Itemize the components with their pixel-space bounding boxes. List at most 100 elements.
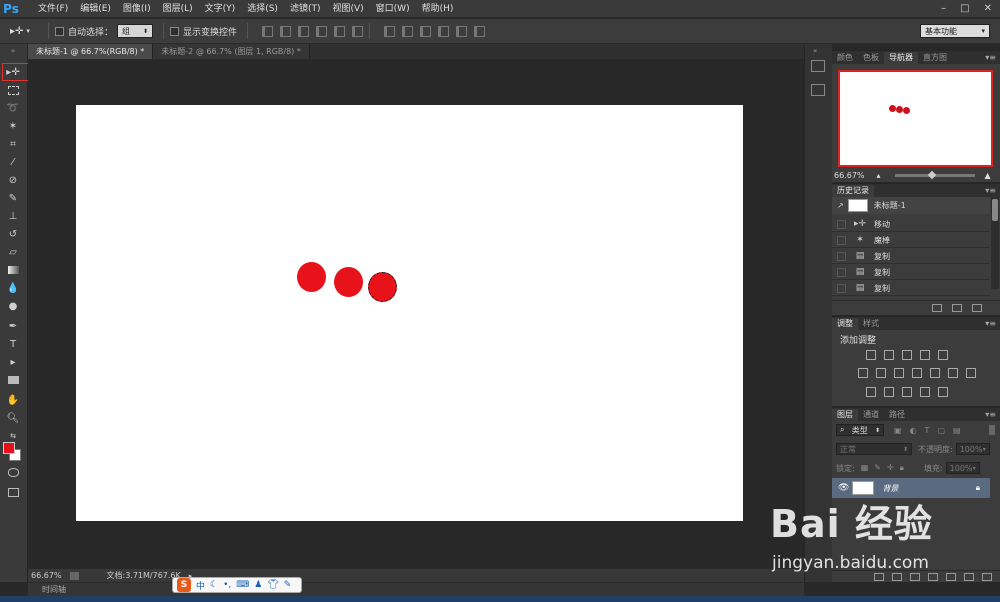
zoom-out-icon[interactable]: ▴ xyxy=(877,171,881,180)
lasso-tool-icon[interactable]: ➰ xyxy=(4,100,22,116)
rectangle-tool-icon[interactable] xyxy=(4,372,22,388)
zoom-tool-icon[interactable]: 🔍︎ xyxy=(4,410,22,426)
distribute-hcenter-icon[interactable] xyxy=(456,25,468,37)
auto-select-checkbox[interactable]: 自动选择： xyxy=(55,25,113,38)
punctuation-icon[interactable]: •, xyxy=(223,580,231,590)
red-circle-1[interactable] xyxy=(297,262,326,292)
lock-all-icon[interactable]: 🔒︎ xyxy=(900,463,904,473)
color-lookup-icon[interactable] xyxy=(948,368,958,378)
align-left-icon[interactable] xyxy=(316,25,328,37)
photo-filter-icon[interactable] xyxy=(912,368,922,378)
opacity-field[interactable]: 100% ▾ xyxy=(955,443,990,455)
eyedropper-tool-icon[interactable]: ⁄ xyxy=(4,154,22,170)
menu-layer[interactable]: 图层(L) xyxy=(157,0,199,18)
panel-menu-icon[interactable]: ▾≡ xyxy=(985,318,1000,330)
tab-swatches[interactable]: 色板 xyxy=(858,52,884,64)
user-icon[interactable]: ♟ xyxy=(254,580,262,590)
maximize-button[interactable]: □ xyxy=(960,3,969,14)
ime-mode-label[interactable]: 中 xyxy=(196,579,205,592)
screen-mode-icon[interactable] xyxy=(4,484,22,500)
shirt-icon[interactable]: 👕︎ xyxy=(267,580,278,590)
collapse-icon[interactable]: « xyxy=(813,47,817,55)
dodge-tool-icon[interactable]: ● xyxy=(4,298,22,314)
brush-tool-icon[interactable]: ✎ xyxy=(4,190,22,206)
menu-filter[interactable]: 滤镜(T) xyxy=(284,0,327,18)
new-layer-icon[interactable] xyxy=(964,572,974,581)
distribute-top-icon[interactable] xyxy=(384,25,396,37)
panel-menu-icon[interactable]: ▾≡ xyxy=(985,409,1000,421)
tab-paths[interactable]: 路径 xyxy=(884,409,910,421)
tab-history[interactable]: 历史记录 xyxy=(832,185,874,197)
menu-type[interactable]: 文字(Y) xyxy=(199,0,242,18)
crop-tool-icon[interactable]: ⌗ xyxy=(4,136,22,152)
history-item-duplicate[interactable]: ▤ 复制 xyxy=(832,281,990,296)
adjustment-filter-icon[interactable]: ◐ xyxy=(910,426,917,435)
red-circle-3-selected[interactable] xyxy=(368,272,397,302)
blend-mode-dropdown[interactable]: 正常 ⬍ xyxy=(836,443,912,455)
smart-object-filter-icon[interactable]: ▤ xyxy=(953,426,961,435)
history-snapshot-row[interactable]: ↗ 未标题-1 xyxy=(832,197,990,214)
show-transform-checkbox[interactable]: 显示变换控件 xyxy=(170,25,237,38)
eye-icon[interactable]: 👁︎ xyxy=(838,483,849,493)
menu-view[interactable]: 视图(V) xyxy=(326,0,369,18)
history-checkbox[interactable] xyxy=(837,283,846,293)
align-top-icon[interactable] xyxy=(262,25,274,37)
layer-filter-dropdown[interactable]: ⌕ 类型 ⬍ xyxy=(836,424,884,436)
history-item-magic-wand[interactable]: ✶ 魔棒 xyxy=(832,233,990,248)
gradient-map-icon[interactable] xyxy=(938,387,948,397)
distribute-vcenter-icon[interactable] xyxy=(402,25,414,37)
properties-panel-icon[interactable] xyxy=(811,84,825,96)
history-checkbox[interactable] xyxy=(837,219,846,229)
red-circle-2[interactable] xyxy=(334,267,363,297)
zoom-slider[interactable] xyxy=(894,170,975,180)
history-item-duplicate[interactable]: ▤ 复制 xyxy=(832,265,990,280)
hand-tool-icon[interactable]: ✋ xyxy=(4,392,22,408)
panel-menu-icon[interactable]: ▾≡ xyxy=(985,52,1000,64)
keyboard-icon[interactable]: ⌨ xyxy=(236,580,249,590)
zoom-slider-knob[interactable] xyxy=(927,170,936,180)
levels-icon[interactable] xyxy=(884,350,894,360)
distribute-bottom-icon[interactable] xyxy=(420,25,432,37)
shape-filter-icon[interactable]: ▢ xyxy=(937,426,945,435)
filter-toggle[interactable] xyxy=(988,425,995,435)
selective-color-icon[interactable] xyxy=(920,387,930,397)
zoom-readout[interactable]: 66.67% xyxy=(31,571,62,580)
navigator-zoom-value[interactable]: 66.67% xyxy=(834,171,865,180)
color-balance-icon[interactable] xyxy=(876,368,886,378)
distribute-left-icon[interactable] xyxy=(438,25,450,37)
timeline-panel-bar[interactable]: 时间轴 xyxy=(28,582,804,596)
tab-document-2[interactable]: 未标题-2 @ 66.7% (图层 1, RGB/8) * xyxy=(153,44,310,59)
tab-adjustments[interactable]: 调整 xyxy=(832,318,858,330)
menu-file[interactable]: 文件(F) xyxy=(32,0,74,18)
menu-help[interactable]: 帮助(H) xyxy=(416,0,460,18)
menu-image[interactable]: 图像(I) xyxy=(117,0,157,18)
history-brush-tool-icon[interactable]: ↺ xyxy=(4,226,22,242)
vibrance-icon[interactable] xyxy=(938,350,948,360)
add-mask-icon[interactable] xyxy=(910,572,920,581)
collapse-icon[interactable]: » xyxy=(4,47,22,55)
panel-menu-icon[interactable]: ▾≡ xyxy=(985,185,1000,197)
path-selection-tool-icon[interactable]: ▸ xyxy=(4,354,22,370)
layer-row-background[interactable]: 👁︎ 背景 🔒︎ xyxy=(832,478,990,498)
checkbox-box[interactable] xyxy=(55,26,64,36)
exposure-icon[interactable] xyxy=(920,350,930,360)
tab-styles[interactable]: 样式 xyxy=(858,318,884,330)
marquee-tool-icon[interactable] xyxy=(4,82,22,98)
align-right-icon[interactable] xyxy=(352,25,364,37)
lock-transparency-icon[interactable]: ▦ xyxy=(861,463,869,473)
new-document-from-state-icon[interactable] xyxy=(932,304,942,312)
type-tool-icon[interactable]: T xyxy=(4,336,22,352)
blur-tool-icon[interactable]: 💧 xyxy=(4,280,22,296)
history-scrollbar[interactable] xyxy=(991,197,999,289)
history-item-duplicate[interactable]: ▤ 复制 xyxy=(832,249,990,264)
camera-icon[interactable] xyxy=(952,304,962,312)
healing-brush-tool-icon[interactable]: ⊘ xyxy=(4,172,22,188)
magic-wand-tool-icon[interactable]: ✶ xyxy=(4,118,22,134)
brightness-contrast-icon[interactable] xyxy=(866,350,876,360)
fill-field[interactable]: 100% ▾ xyxy=(945,462,980,474)
zoom-in-icon[interactable]: ▲ xyxy=(985,171,991,180)
quick-mask-icon[interactable] xyxy=(4,464,22,480)
invert-icon[interactable] xyxy=(866,387,876,397)
tab-histogram[interactable]: 直方图 xyxy=(918,52,952,64)
black-white-icon[interactable] xyxy=(894,368,904,378)
